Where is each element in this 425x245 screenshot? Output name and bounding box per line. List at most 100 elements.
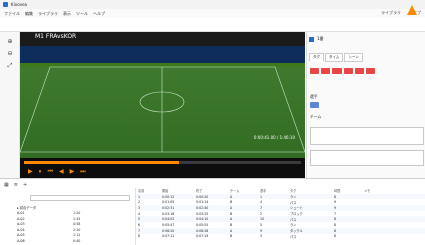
tag-button[interactable]: [365, 68, 376, 74]
list-item[interactable]: A-06 0:40: [3, 238, 131, 244]
player-tag[interactable]: [310, 102, 320, 108]
player-tags: [310, 102, 425, 108]
panel-header: 1番: [309, 36, 324, 42]
grid-header-cell[interactable]: 開始: [160, 188, 194, 193]
cell: 0:00:20: [196, 194, 209, 199]
cell: タックル: [290, 229, 303, 234]
cell: 9: [334, 205, 337, 210]
title-bar: Kinovea: [0, 0, 425, 9]
team-section-label: チーム: [310, 114, 322, 119]
bottom-toolbar: ▦ ≡ +: [4, 182, 27, 188]
cell: 2: [260, 211, 263, 216]
menu-item-edit[interactable]: 編集: [25, 11, 33, 17]
grid-header: 名前 開始 終了 チーム 選手 タグ 時間 メモ: [136, 188, 425, 194]
tree-search-input[interactable]: [30, 195, 130, 201]
fit-icon[interactable]: ⤢: [5, 62, 15, 70]
player-section-label: 選手: [310, 94, 318, 99]
tag-button[interactable]: [332, 68, 342, 74]
video-player[interactable]: M1 FRAvsKOR 0:00:41.00 / 1:46:10: [20, 32, 305, 176]
cell: 4: [138, 211, 141, 216]
timeline-progress: [24, 161, 180, 164]
add-icon[interactable]: +: [23, 182, 27, 188]
cell: 0:05:55: [196, 222, 209, 227]
list-icon[interactable]: ≡: [14, 182, 18, 188]
cell: A: [230, 217, 233, 222]
cell: 2: [138, 200, 141, 205]
menu-item-file[interactable]: ファイル: [4, 11, 20, 17]
prev-frame-icon[interactable]: ◀: [59, 169, 64, 175]
cell: 8: [334, 217, 337, 222]
left-tool-strip: ⊕ ⊖ ⤢: [0, 32, 20, 178]
menu-item-help[interactable]: ヘルプ: [93, 11, 105, 17]
tree-list: ▸ 試合データ A-01 1:20 A-02 1:45 A-03 0:58 A-04 2…: [3, 205, 131, 244]
folder-icon[interactable]: ▦: [4, 182, 9, 188]
cell: 0:02:31: [162, 205, 175, 210]
app-icon: [3, 2, 8, 7]
rewind-icon[interactable]: ⏮: [48, 169, 53, 175]
cell: 0:04:02: [162, 217, 175, 222]
panel-tabs: タグ タイム シーン: [309, 53, 363, 62]
transport-bar: ▶ ⏸ ⏮ ◀ ▶ ⏭: [20, 158, 305, 178]
secondary-toolbar: [0, 18, 425, 32]
menu-item-tools[interactable]: ツール: [76, 11, 88, 17]
option-box: [310, 127, 424, 145]
cell: 0:03:25: [196, 211, 209, 216]
grid-header-cell[interactable]: 時間: [332, 188, 362, 193]
menu-bar: ファイル 編集 ライブラリ 表示 ツール ヘルプ: [0, 9, 425, 18]
cell: 3: [260, 234, 263, 239]
right-panel: 1番 タグ タイム シーン 選手 チーム: [306, 32, 425, 178]
pause-icon[interactable]: ⏸: [39, 169, 42, 175]
timecode: 0:00:41.00 / 1:46:10: [253, 135, 295, 140]
cell: B: [230, 234, 233, 239]
cell: 5: [260, 222, 263, 227]
cell: 0:06:28: [196, 228, 209, 233]
tag-button[interactable]: [343, 68, 353, 74]
menu-item-library[interactable]: ライブラリ: [38, 11, 58, 17]
library-link[interactable]: ライブラリ: [381, 10, 401, 16]
cell: 8: [334, 228, 337, 233]
cell: 0:07:19: [196, 234, 209, 239]
grid-header-cell[interactable]: 名前: [136, 188, 160, 193]
cell: 9: [260, 228, 263, 233]
cell: 1: [260, 194, 263, 199]
grid-header-cell[interactable]: 選手: [258, 188, 288, 193]
cell: 0:03:18: [162, 211, 175, 216]
cell: ラン: [290, 195, 297, 200]
tab-tags[interactable]: タグ: [309, 53, 324, 62]
cell: 5: [138, 217, 141, 222]
menu-item-view[interactable]: 表示: [63, 11, 71, 17]
brand-logo-icon: [407, 5, 417, 15]
tab-time[interactable]: タイム: [325, 53, 344, 62]
cell: A: [230, 194, 233, 199]
grid-header-cell[interactable]: メモ: [362, 188, 402, 193]
zoom-out-icon[interactable]: ⊖: [5, 50, 15, 58]
play-icon[interactable]: ▶: [28, 169, 33, 175]
tag-row: [310, 68, 425, 74]
zoom-in-icon[interactable]: ⊕: [5, 38, 15, 46]
cell: シュート: [290, 206, 303, 211]
tag-button[interactable]: [310, 68, 320, 74]
timeline-track[interactable]: [24, 161, 301, 164]
app-title: Kinovea: [11, 2, 27, 7]
tag-button[interactable]: [354, 68, 364, 74]
cell: 8: [138, 234, 141, 239]
grid-header-cell[interactable]: チーム: [228, 188, 258, 193]
tag-button[interactable]: [321, 68, 331, 74]
forward-icon[interactable]: ⏭: [80, 169, 85, 175]
next-frame-icon[interactable]: ▶: [70, 169, 75, 175]
tab-scene[interactable]: シーン: [344, 53, 363, 62]
cell: A: [230, 205, 233, 210]
cell: B: [230, 211, 233, 216]
grid-header-cell[interactable]: タグ: [288, 188, 332, 193]
cell: 7: [334, 211, 337, 216]
table-row[interactable]: 8 0:07:11 0:07:19 B 3 パス 8: [136, 234, 425, 240]
grid-header-cell[interactable]: 終了: [194, 188, 228, 193]
cell: ラン: [290, 223, 297, 228]
cell: 10: [260, 217, 265, 222]
cell: パス: [290, 234, 297, 239]
cell: 0:02:40: [196, 205, 209, 210]
cell: 3: [138, 205, 141, 210]
cell: 1: [138, 194, 141, 199]
cell: 6: [138, 222, 141, 227]
file-icon: [309, 36, 314, 42]
